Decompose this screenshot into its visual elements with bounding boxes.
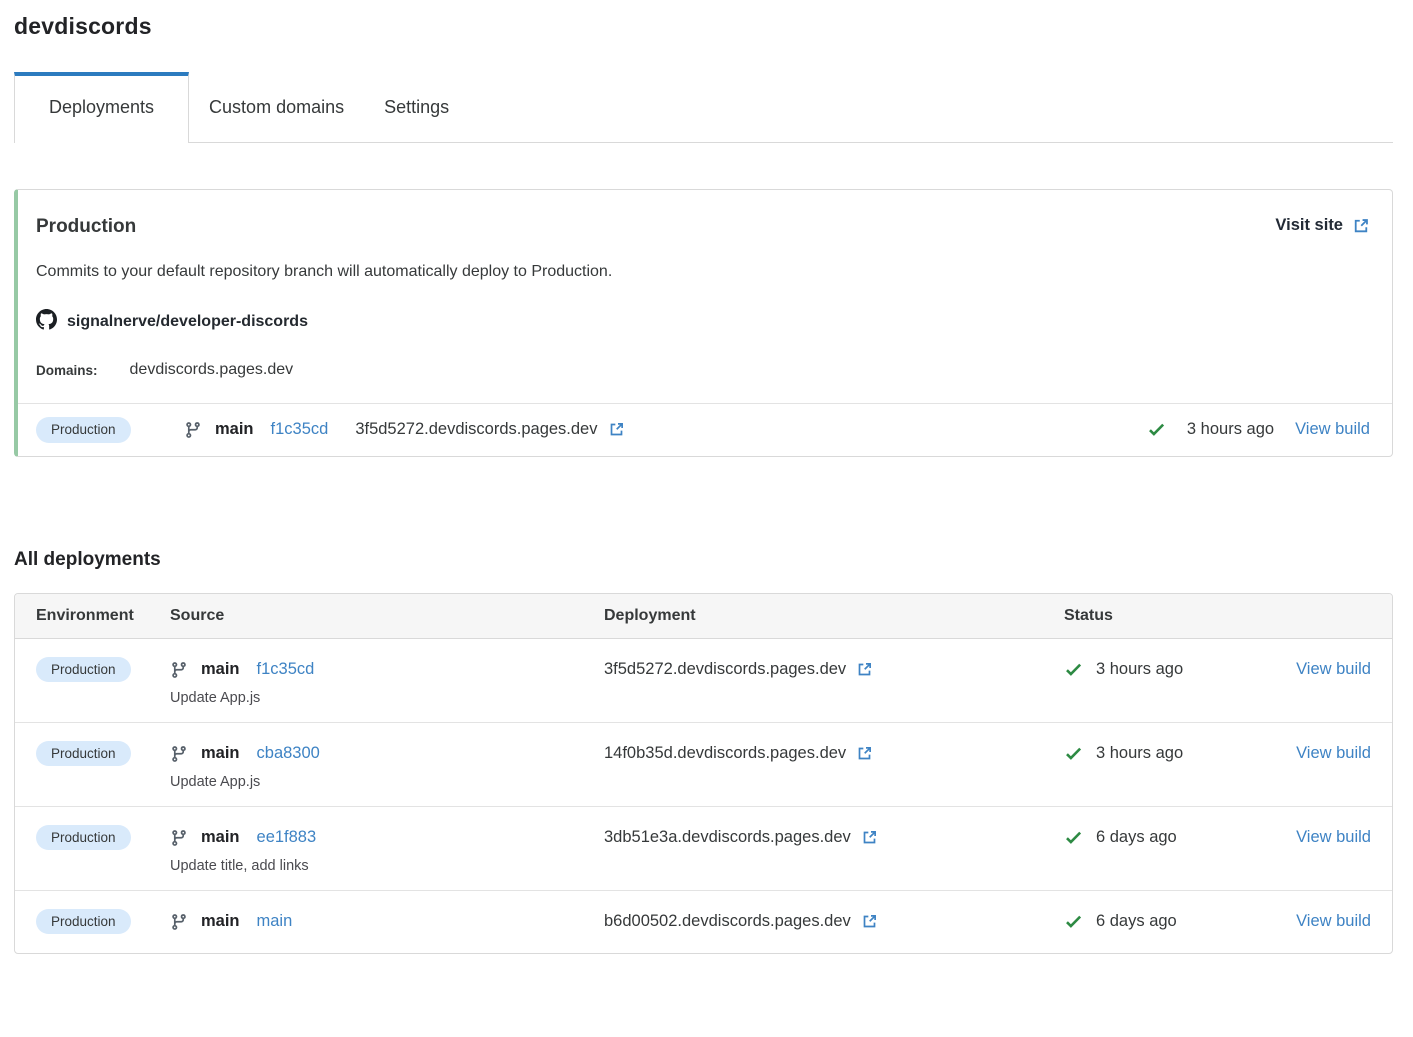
domains-label: Domains: — [36, 362, 98, 378]
tab-deployments[interactable]: Deployments — [14, 72, 190, 143]
deployments-table: Environment Source Deployment Status Pro… — [14, 592, 1393, 954]
commit-message: Update App.js — [170, 689, 261, 706]
domains-value: devdiscords.pages.dev — [129, 361, 294, 378]
deployment-url: b6d00502.devdiscords.pages.dev — [604, 912, 851, 930]
branch-name: main — [201, 744, 240, 762]
view-build-link[interactable]: View build — [1296, 828, 1371, 847]
external-link-icon — [1352, 217, 1370, 235]
deployment-time: 3 hours ago — [1186, 420, 1275, 439]
branch-name: main — [201, 660, 240, 678]
git-branch-icon — [170, 661, 188, 679]
commit-link[interactable]: main — [257, 912, 293, 931]
column-header-deployment: Deployment — [604, 606, 696, 624]
check-icon — [1064, 828, 1083, 847]
deployment-url: 14f0b35d.devdiscords.pages.dev — [604, 744, 847, 762]
branch-name: main — [201, 828, 240, 846]
check-icon — [1064, 744, 1083, 763]
commit-message: Update App.js — [170, 773, 261, 790]
production-description: Commits to your default repository branc… — [36, 263, 613, 280]
environment-badge: Production — [36, 908, 131, 935]
environment-badge: Production — [36, 824, 131, 851]
column-header-source: Source — [170, 606, 225, 624]
deployment-time: 3 hours ago — [1096, 660, 1184, 678]
github-icon — [36, 309, 57, 335]
page-title: devdiscords — [14, 13, 152, 39]
external-link-icon[interactable] — [861, 829, 878, 846]
git-branch-icon — [184, 421, 202, 439]
view-build-link[interactable]: View build — [1296, 660, 1371, 679]
check-icon — [1064, 912, 1083, 931]
table-row: Production main ee1f883 Update title, ad… — [15, 807, 1392, 891]
commit-link[interactable]: cba8300 — [257, 744, 320, 763]
external-link-icon[interactable] — [608, 421, 625, 438]
all-deployments-title: All deployments — [14, 548, 161, 570]
external-link-icon[interactable] — [856, 661, 873, 678]
git-branch-icon — [170, 829, 188, 847]
view-build-link[interactable]: View build — [1296, 744, 1371, 763]
external-link-icon[interactable] — [861, 913, 878, 930]
column-header-environment: Environment — [36, 606, 134, 624]
production-card-title: Production — [36, 216, 137, 237]
external-link-icon[interactable] — [856, 745, 873, 762]
deployment-time: 3 hours ago — [1096, 744, 1184, 762]
production-deployment-row: Production main f1c35cd 3f5d5272.devdisc… — [18, 403, 1392, 456]
check-icon — [1064, 660, 1083, 679]
environment-badge: Production — [36, 417, 131, 443]
column-header-status: Status — [1064, 606, 1113, 624]
branch-name: main — [201, 912, 240, 930]
tab-custom-domains[interactable]: Custom domains — [189, 72, 364, 142]
table-row: Production main f1c35cd Update App.js 3f… — [15, 639, 1392, 723]
view-build-link[interactable]: View build — [1296, 912, 1371, 931]
table-row: Production main main b6d00502.devdiscord… — [15, 891, 1392, 953]
environment-badge: Production — [36, 740, 131, 767]
git-branch-icon — [170, 913, 188, 931]
visit-site-link[interactable]: Visit site — [1275, 216, 1370, 235]
commit-link[interactable]: f1c35cd — [271, 420, 329, 439]
tab-settings[interactable]: Settings — [364, 72, 469, 142]
commit-message: Update title, add links — [170, 857, 309, 874]
deployment-url: 3db51e3a.devdiscords.pages.dev — [604, 828, 851, 846]
visit-site-label: Visit site — [1275, 216, 1343, 234]
commit-link[interactable]: ee1f883 — [257, 828, 317, 847]
table-header: Environment Source Deployment Status — [15, 593, 1392, 639]
check-icon — [1147, 420, 1166, 439]
commit-link[interactable]: f1c35cd — [257, 660, 315, 679]
repo-name[interactable]: signalnerve/developer-discords — [67, 313, 308, 331]
git-branch-icon — [170, 745, 188, 763]
environment-badge: Production — [36, 656, 131, 683]
branch-name: main — [215, 420, 254, 439]
view-build-link[interactable]: View build — [1295, 420, 1370, 439]
deployment-url: 3f5d5272.devdiscords.pages.dev — [604, 660, 847, 678]
deployment-time: 6 days ago — [1096, 912, 1177, 930]
production-card: Production Visit site Commits to your de… — [14, 189, 1393, 457]
deployment-url: 3f5d5272.devdiscords.pages.dev — [355, 420, 598, 439]
table-row: Production main cba8300 Update App.js 14… — [15, 723, 1392, 807]
deployment-time: 6 days ago — [1096, 828, 1177, 846]
tab-bar: Deployments Custom domains Settings — [14, 72, 1393, 143]
